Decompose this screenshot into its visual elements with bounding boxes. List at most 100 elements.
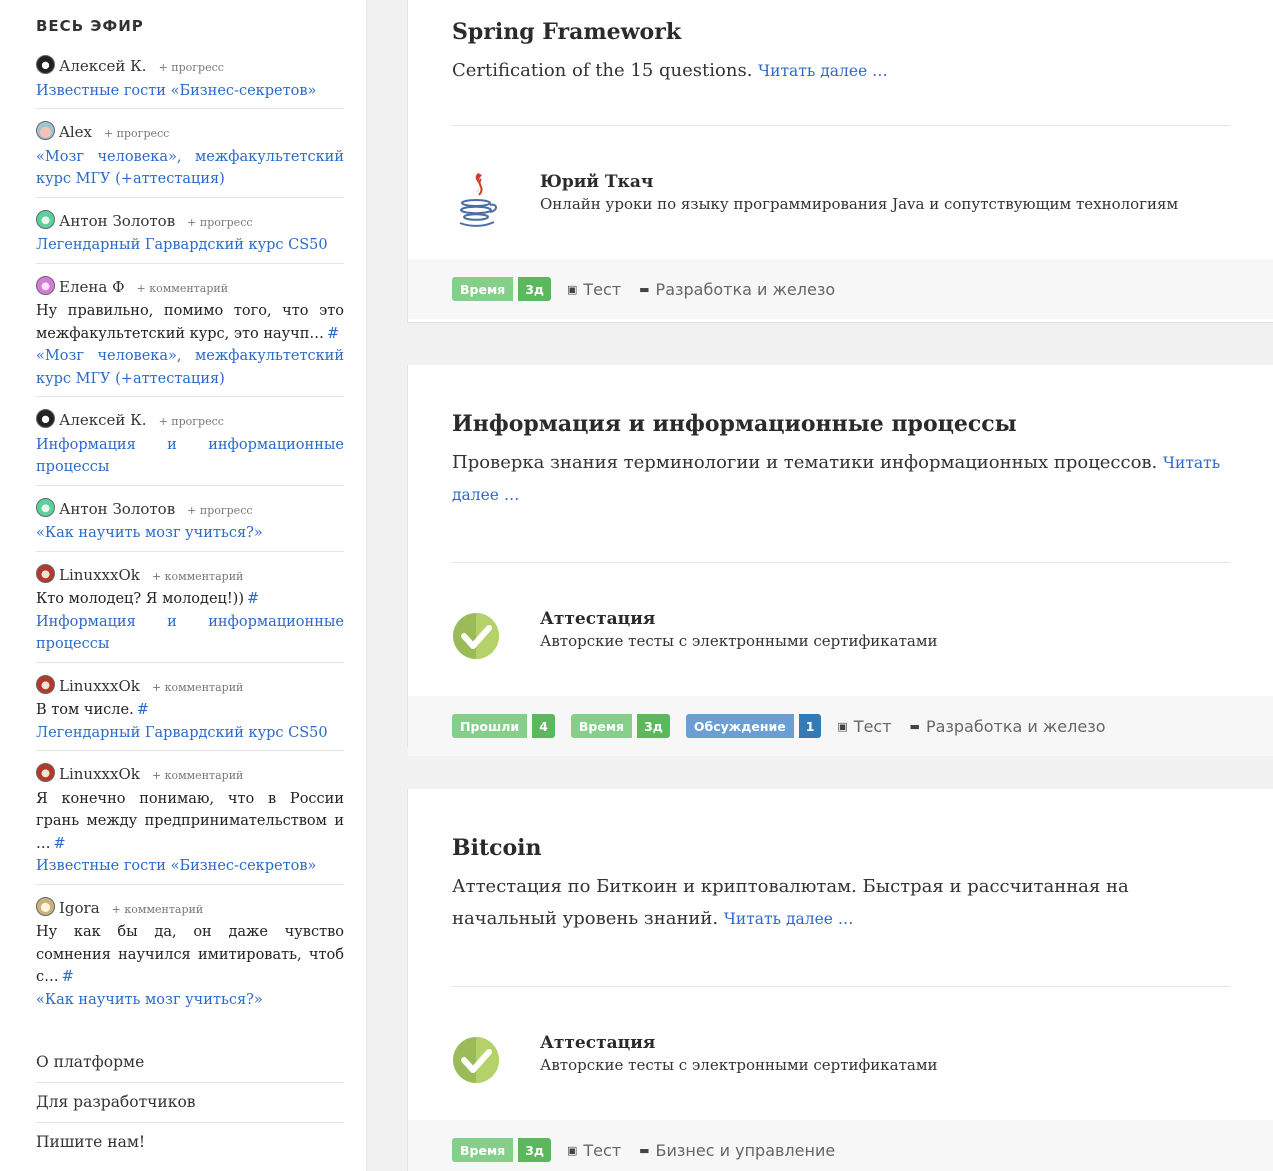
feed-item: LinuxxxOk + комментарий Я конечно понимаю… (36, 760, 344, 885)
avatar-icon[interactable] (36, 674, 55, 694)
contact-link[interactable]: Пишите нам! (36, 1123, 344, 1162)
avatar-icon[interactable] (36, 896, 55, 916)
category-meta[interactable]: ▬ Разработка и железо (910, 717, 1106, 736)
passed-badge: Прошли 4 (452, 714, 555, 738)
read-more-link[interactable]: Читать далее … (758, 62, 887, 80)
card-description: Аттестация по Биткоин и криптовалютам. Б… (452, 871, 1230, 986)
chart-icon: ▣ (837, 719, 848, 733)
card-title[interactable]: Spring Framework (452, 17, 1230, 47)
type-label: Тест (853, 716, 892, 736)
feed-user[interactable]: Антон Золотов (59, 498, 175, 521)
author-block: Юрий Ткач Онлайн уроки по языку программ… (452, 126, 1230, 259)
feed-course-link[interactable]: «Мозг человека», межфакультетский курс М… (36, 146, 344, 191)
avatar-icon[interactable] (36, 409, 55, 428)
comment-anchor-link[interactable]: # (62, 969, 74, 985)
feed-comment-text: Ну как бы да, он даже чувство сомнения н… (36, 924, 344, 985)
type-meta[interactable]: ▣ Тест (567, 280, 621, 299)
feed-action: + комментарий (151, 569, 244, 583)
avatar-icon[interactable] (36, 275, 55, 295)
type-meta[interactable]: ▣ Тест (567, 1141, 621, 1160)
badge-count: 4 (532, 714, 555, 738)
checkmark-icon[interactable] (452, 606, 504, 666)
feed-user[interactable]: LinuxxxOk (59, 675, 140, 698)
feed-course-link[interactable]: Легендарный Гарвардский курс CS50 (36, 234, 344, 257)
avatar-icon[interactable] (36, 209, 55, 229)
card-title[interactable]: Информация и информационные процессы (452, 409, 1230, 439)
author-block: Аттестация Авторские тесты с электронным… (452, 563, 1230, 696)
badge-label: Прошли (452, 714, 528, 738)
feed-user[interactable]: Алексей К. (59, 55, 147, 78)
category-meta[interactable]: ▬ Бизнес и управление (639, 1141, 835, 1160)
feed-action: + комментарий (151, 680, 244, 694)
checkmark-icon[interactable] (452, 1030, 504, 1090)
author-block: Аттестация Авторские тесты с электронным… (452, 987, 1230, 1120)
comment-anchor-link[interactable]: # (137, 702, 149, 718)
feed-course-link[interactable]: Легендарный Гарвардский курс CS50 (36, 722, 344, 745)
badge-count: 3д (637, 714, 670, 738)
feed-comment: Ну как бы да, он даже чувство сомнения н… (36, 921, 344, 989)
developers-link[interactable]: Для разработчиков (36, 1083, 344, 1123)
chart-icon: ▣ (567, 1143, 578, 1157)
avatar-icon[interactable] (36, 763, 55, 782)
badge-count: 3д (518, 277, 551, 301)
feed-user[interactable]: LinuxxxOk (59, 564, 140, 587)
course-card: Spring Framework Certification of the 15… (407, 0, 1273, 323)
feed-action: + прогресс (187, 503, 253, 517)
feed-course-link[interactable]: «Мозг человека», межфакультетский курс М… (36, 345, 344, 390)
avatar-icon[interactable] (36, 55, 55, 74)
discussion-badge[interactable]: Обсуждение 1 (685, 714, 822, 738)
category-meta[interactable]: ▬ Разработка и железо (639, 280, 835, 299)
sidebar: ВЕСЬ ЭФИР Алексей К. + прогресс Известные… (0, 0, 367, 1171)
about-link[interactable]: О платформе (36, 1051, 344, 1083)
feed-comment: В том числе. # (36, 699, 344, 722)
read-more-link[interactable]: Читать далее … (724, 910, 853, 928)
avatar-icon[interactable] (36, 121, 55, 140)
card-title[interactable]: Bitcoin (452, 833, 1230, 863)
feed-item: LinuxxxOk + комментарий Кто молодец? Я мо… (36, 561, 344, 663)
feed-course-link[interactable]: Известные гости «Бизнес-секретов» (36, 80, 344, 103)
comment-anchor-link[interactable]: # (54, 836, 66, 852)
author-name[interactable]: Юрий Ткач (540, 171, 1178, 193)
feed-comment: Кто молодец? Я молодец!)) # (36, 588, 344, 611)
avatar-icon[interactable] (36, 497, 55, 517)
folder-icon: ▬ (639, 282, 650, 296)
feed-item: Алексей К. + прогресс Информация и информ… (36, 406, 344, 486)
feed-user[interactable]: LinuxxxOk (59, 763, 140, 786)
author-name[interactable]: Аттестация (540, 608, 938, 630)
badge-count: 3д (518, 1138, 551, 1162)
badge-label: Время (452, 277, 514, 301)
author-description: Онлайн уроки по языку программирования J… (540, 195, 1179, 213)
feed-user[interactable]: Алексей К. (59, 409, 147, 432)
feed-course-link[interactable]: «Как научить мозг учиться?» (36, 522, 344, 545)
feed-user[interactable]: Елена Ф (59, 276, 125, 299)
category-label: Бизнес и управление (655, 1140, 836, 1160)
card-footer: Время 3д ▣ Тест ▬ Разработка и железо (408, 259, 1273, 319)
course-card: Bitcoin Аттестация по Биткоин и криптова… (407, 789, 1273, 1171)
category-label: Разработка и железо (655, 279, 836, 299)
card-description: Проверка знания терминологии и тематики … (452, 447, 1230, 562)
feed-course-link[interactable]: «Как научить мозг учиться?» (36, 989, 344, 1012)
author-description: Авторские тесты с электронными сертифика… (540, 632, 938, 650)
feed-course-link[interactable]: Информация и информационные процессы (36, 611, 344, 656)
feed-user[interactable]: Alex (59, 121, 92, 144)
category-label: Разработка и железо (925, 716, 1106, 736)
comment-anchor-link[interactable]: # (327, 326, 339, 342)
author-name[interactable]: Аттестация (540, 1032, 938, 1054)
feed-course-link[interactable]: Информация и информационные процессы (36, 434, 344, 479)
java-logo-icon[interactable] (452, 169, 504, 229)
feed-action: + прогресс (187, 215, 253, 229)
type-label: Тест (583, 1140, 622, 1160)
time-badge: Время 3д (570, 714, 670, 738)
footer-nav: О платформе Для разработчиков Пишите нам… (36, 1051, 344, 1162)
time-badge: Время 3д (452, 1138, 551, 1162)
avatar-icon[interactable] (36, 563, 55, 583)
feed-action: + комментарий (151, 769, 244, 782)
feed-user[interactable]: Антон Золотов (59, 210, 175, 233)
feed-action: + комментарий (111, 902, 204, 916)
course-card: Информация и информационные процессы Про… (407, 365, 1273, 756)
feed-course-link[interactable]: Известные гости «Бизнес-секретов» (36, 855, 344, 878)
type-meta[interactable]: ▣ Тест (837, 717, 891, 736)
feed-action: + прогресс (103, 127, 170, 140)
feed-user[interactable]: Igora (59, 897, 100, 920)
comment-anchor-link[interactable]: # (247, 591, 259, 607)
